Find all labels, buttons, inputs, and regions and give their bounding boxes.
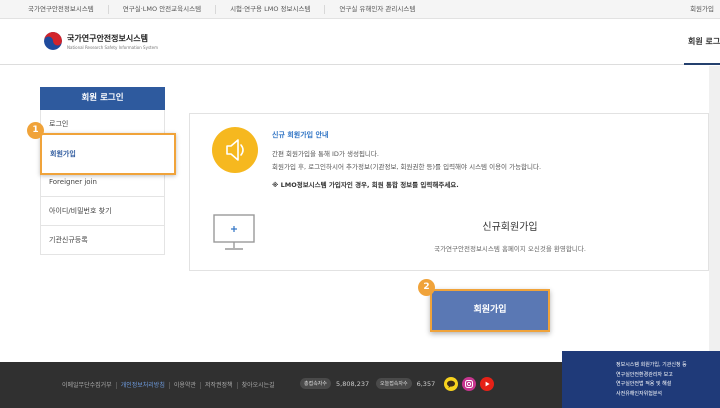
total-visitors-value: 5,808,237 bbox=[336, 379, 370, 388]
signup-welcome-text: 국가연구안전정보시스템 홈페이지 오신것을 환영합니다. bbox=[434, 245, 586, 253]
footer-link-privacy[interactable]: 개인정보처리방침 bbox=[117, 381, 170, 389]
sidebar-item-find-id-password[interactable]: 아이디/비밀번호 찾기 bbox=[40, 197, 165, 226]
sidebar-title: 회원 로그인 bbox=[40, 87, 165, 110]
quick-menu-item[interactable]: 사전유해인자위험분석 bbox=[616, 390, 720, 400]
footer-link-copyright[interactable]: 저작권정책 bbox=[201, 381, 238, 389]
notice-desc-1: 간편 회원가입을 통해 ID가 생성됩니다. bbox=[272, 150, 379, 158]
right-gutter bbox=[709, 66, 720, 362]
total-visitors-label: 총접속자수 bbox=[300, 378, 332, 389]
footer-link-email-refusal[interactable]: 이메일무단수집거부 bbox=[58, 381, 117, 389]
total-visitors: 총접속자수 5,808,237 bbox=[300, 378, 369, 389]
notice-desc-2: 회원가입 후, 로그인하시어 추가정보(기관정보, 회원권한 등)를 입력해야 … bbox=[272, 163, 542, 171]
site-logo[interactable]: 국가연구안전정보시스템 National Research Safety Inf… bbox=[44, 32, 158, 50]
top-link-education[interactable]: 연구실·LMO 안전교육시스템 bbox=[109, 5, 217, 14]
step-badge-2: 2 bbox=[418, 279, 435, 296]
quick-menu-item[interactable]: 연구실안전법 적용 및 해설 bbox=[616, 380, 720, 390]
signup-button[interactable]: 회원가입 bbox=[430, 289, 550, 332]
footer-links: 이메일무단수집거부 개인정보처리방침 이용약관 저작권정책 찾아오시는길 bbox=[58, 362, 279, 408]
sidebar-item-signup[interactable]: 회원가입 bbox=[40, 133, 176, 175]
footer-link-directions[interactable]: 찾아오시는길 bbox=[238, 382, 279, 389]
signup-title: 신규회원가입 bbox=[482, 222, 538, 233]
new-signup-panel: 신규회원가입 국가연구안전정보시스템 홈페이지 오신것을 환영합니다. bbox=[189, 196, 709, 271]
top-utility-bar: 국가연구안전정보시스템 연구실·LMO 안전교육시스템 시험·연구용 LMO 정… bbox=[0, 0, 720, 19]
today-visitors-label: 오늘접속자수 bbox=[376, 378, 412, 389]
today-visitors-value: 6,357 bbox=[416, 379, 436, 388]
site-header: 국가연구안전정보시스템 National Research Safety Inf… bbox=[0, 19, 720, 65]
notice-title: 신규 회원가입 안내 bbox=[272, 131, 329, 139]
footer-link-terms[interactable]: 이용약관 bbox=[170, 381, 201, 389]
kakao-icon[interactable] bbox=[444, 377, 458, 391]
sidebar-item-org-register[interactable]: 기관신규등록 bbox=[40, 226, 165, 255]
top-link-hazard[interactable]: 연구실 유해인자 관리시스템 bbox=[325, 5, 429, 14]
nav-member-login[interactable]: 회원 로그 bbox=[684, 19, 720, 65]
today-visitors: 오늘접속자수 6,357 bbox=[376, 378, 435, 389]
speaker-icon bbox=[226, 139, 244, 161]
notice-circle bbox=[212, 127, 258, 173]
top-signup-link[interactable]: 회원가입 bbox=[690, 0, 714, 19]
logo-subtitle: National Research Safety Information Sys… bbox=[67, 44, 158, 50]
top-link-safety-info[interactable]: 국가연구안전정보시스템 bbox=[14, 5, 109, 14]
logo-title: 국가연구안전정보시스템 bbox=[67, 33, 148, 43]
youtube-icon[interactable] bbox=[480, 377, 494, 391]
instagram-icon[interactable] bbox=[462, 377, 476, 391]
notice-lmo-note: ※ LMO정보시스템 가입자인 경우, 회원 통합 정보를 입력해주세요. bbox=[272, 181, 459, 189]
monitor-icon bbox=[213, 214, 255, 250]
quick-menu-item[interactable]: 연구실안전환경관리자 보고 bbox=[616, 371, 720, 381]
signup-notice-panel: 신규 회원가입 안내 간편 회원가입을 통해 ID가 생성됩니다. 회원가입 후… bbox=[189, 113, 709, 197]
top-link-lmo[interactable]: 시험·연구용 LMO 정보시스템 bbox=[216, 5, 326, 14]
quick-menu-item[interactable]: 정보시스템 회원가입, 기관신청 등 bbox=[616, 361, 720, 371]
quick-menu-panel: 정보시스템 회원가입, 기관신청 등 연구실안전환경관리자 보고 연구실안전법 … bbox=[562, 351, 720, 408]
step-badge-1: 1 bbox=[27, 122, 44, 139]
taegeuk-emblem-icon bbox=[44, 32, 62, 50]
top-site-links: 국가연구안전정보시스템 연구실·LMO 안전교육시스템 시험·연구용 LMO 정… bbox=[14, 0, 429, 19]
